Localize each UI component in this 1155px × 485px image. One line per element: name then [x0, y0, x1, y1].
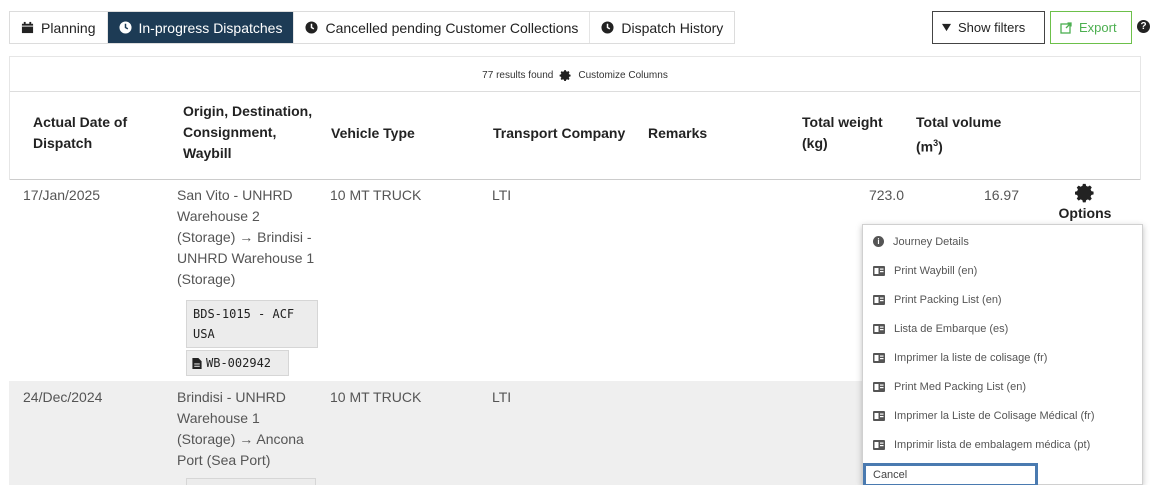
tab-planning[interactable]: Planning	[10, 12, 108, 43]
menu-item-liste-de-colisage-fr[interactable]: Imprimer la liste de colisage (fr)	[863, 343, 1142, 372]
volume-unit-prefix: (m	[916, 138, 934, 155]
col-header-vehicle-type[interactable]: Vehicle Type	[331, 123, 415, 144]
menu-item-label: Imprimer la liste de colisage (fr)	[894, 351, 1048, 364]
table-header: Actual Date of Dispatch Origin, Destinat…	[10, 91, 1140, 180]
row-transport-company: LTI	[492, 389, 512, 405]
gear-icon[interactable]	[559, 69, 572, 82]
col-header-origin-line2: Consignment,	[183, 124, 277, 140]
menu-item-label: Journey Details	[893, 235, 969, 248]
dispatch-tabs: Planning In-progress Dispatches Cancelle…	[9, 11, 736, 44]
col-header-date[interactable]: Actual Date of Dispatch	[33, 112, 127, 154]
col-header-weight-line1: Total weight	[802, 114, 883, 130]
menu-item-print-packing-list-en[interactable]: Print Packing List (en)	[863, 285, 1142, 314]
route-line: (Storage)	[177, 271, 236, 287]
id-card-icon	[873, 294, 885, 305]
route-line: Warehouse 1	[177, 410, 260, 426]
id-card-icon	[873, 323, 885, 334]
export-label: Export	[1079, 20, 1117, 35]
results-count: 77 results found	[482, 70, 554, 81]
col-header-origin[interactable]: Origin, Destination, Consignment, Waybil…	[183, 101, 312, 164]
tab-history-label: Dispatch History	[621, 19, 724, 36]
clock-icon	[305, 21, 318, 34]
row-vehicle-type: 10 MT TRUCK	[330, 389, 422, 405]
menu-item-lista-embalagem-medica-pt[interactable]: Imprimir lista de embalagem médica (pt)	[863, 430, 1142, 459]
menu-item-label: Imprimer la Liste de Colisage Médical (f…	[894, 409, 1095, 422]
route-line: Port (Sea Port)	[177, 452, 271, 468]
col-header-remarks[interactable]: Remarks	[648, 123, 707, 144]
menu-item-label: Cancel	[873, 469, 908, 481]
consignment-code: BDS-1015 - ACF USA	[186, 300, 318, 348]
id-card-icon	[873, 381, 885, 392]
route-line: (Storage) → Ancona	[177, 431, 304, 447]
col-header-date-line1: Actual Date of	[33, 114, 128, 130]
row-date: 24/Dec/2024	[23, 389, 103, 405]
col-header-volume-unit: (m3)	[916, 133, 1001, 158]
menu-item-cancel[interactable]: Cancel	[863, 463, 1038, 485]
row-total-weight: 723.0	[868, 187, 904, 203]
row-vehicle-type: 10 MT TRUCK	[330, 187, 422, 203]
id-card-icon	[873, 265, 885, 276]
info-icon: i	[873, 236, 884, 247]
menu-item-lista-de-embarque-es[interactable]: Lista de Embarque (es)	[863, 314, 1142, 343]
id-card-icon	[873, 410, 885, 421]
menu-item-label: Imprimir lista de embalagem médica (pt)	[894, 438, 1091, 451]
customize-columns-link[interactable]: Customize Columns	[578, 70, 667, 81]
col-header-weight-line2: (kg)	[802, 135, 828, 151]
consignment-code	[186, 478, 316, 485]
clock-icon	[118, 21, 132, 34]
calendar-icon	[21, 21, 34, 34]
id-card-icon	[873, 439, 885, 450]
tab-dispatch-history[interactable]: Dispatch History	[590, 12, 734, 43]
row-date: 17/Jan/2025	[23, 187, 101, 203]
menu-item-print-waybill-en[interactable]: Print Waybill (en)	[863, 256, 1142, 285]
id-card-icon	[873, 352, 885, 363]
menu-item-label: Lista de Embarque (es)	[894, 322, 1009, 335]
file-icon	[192, 357, 202, 369]
col-header-transport-company[interactable]: Transport Company	[493, 123, 625, 144]
col-header-origin-line1: Origin, Destination,	[183, 103, 313, 119]
filter-icon	[942, 23, 951, 32]
col-header-origin-line3: Waybill	[183, 145, 232, 161]
options-label: Options	[1058, 205, 1112, 221]
volume-unit-suffix: )	[938, 138, 943, 155]
options-button[interactable]: Options	[1055, 182, 1115, 221]
menu-item-label: Print Packing List (en)	[894, 293, 1002, 306]
tab-in-progress-label: In-progress Dispatches	[138, 19, 283, 36]
waybill-number: WB-002942	[206, 356, 272, 370]
menu-item-print-med-packing-list-en[interactable]: Print Med Packing List (en)	[863, 372, 1142, 401]
menu-item-liste-colisage-medical-fr[interactable]: Imprimer la Liste de Colisage Médical (f…	[863, 401, 1142, 430]
menu-item-label: Print Med Packing List (en)	[894, 380, 1027, 393]
tab-in-progress-dispatches[interactable]: In-progress Dispatches	[107, 12, 295, 43]
show-filters-button[interactable]: Show filters	[932, 11, 1045, 44]
waybill-link[interactable]: WB-002942	[186, 350, 289, 376]
show-filters-label: Show filters	[958, 20, 1026, 35]
row-transport-company: LTI	[492, 187, 512, 203]
col-header-date-line2: Dispatch	[33, 135, 93, 151]
menu-item-label: Print Waybill (en)	[894, 264, 978, 277]
results-bar: 77 results found Customize Columns	[10, 69, 1140, 82]
route-line: San Vito - UNHRD	[177, 187, 293, 203]
row-route: Brindisi - UNHRD Warehouse 1 (Storage) →…	[177, 387, 337, 471]
row-route: San Vito - UNHRD Warehouse 2 (Storage) →…	[177, 185, 337, 290]
route-line: (Storage) → Brindisi -	[177, 229, 312, 245]
col-header-total-weight[interactable]: Total weight (kg)	[802, 112, 883, 154]
route-line: Brindisi - UNHRD	[177, 389, 286, 405]
external-link-icon	[1060, 21, 1072, 34]
gear-icon	[1075, 183, 1094, 203]
col-header-total-volume[interactable]: Total volume (m3)	[916, 112, 1001, 158]
consignment-line: USA	[193, 327, 215, 341]
clock-icon	[601, 21, 614, 34]
tab-cancelled-pending[interactable]: Cancelled pending Customer Collections	[294, 12, 591, 43]
route-line: Warehouse 2	[177, 208, 260, 224]
consignment-line: BDS-1015 - ACF	[193, 307, 295, 321]
route-line: UNHRD Warehouse 1	[177, 250, 315, 266]
options-dropdown-menu: i Journey Details Print Waybill (en) Pri…	[862, 224, 1143, 485]
col-header-volume-line1: Total volume	[916, 114, 1002, 130]
row-total-volume: 16.97	[983, 187, 1019, 203]
menu-item-journey-details[interactable]: i Journey Details	[863, 227, 1142, 256]
tab-cancelled-label: Cancelled pending Customer Collections	[325, 19, 579, 36]
help-icon[interactable]: ?	[1137, 20, 1150, 33]
export-button[interactable]: Export	[1050, 11, 1132, 44]
tab-planning-label: Planning	[41, 19, 96, 36]
